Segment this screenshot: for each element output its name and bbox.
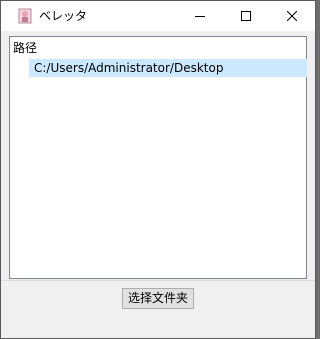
minimize-icon xyxy=(195,16,205,17)
path-tree[interactable]: 路径 C:/Users/Administrator/Desktop xyxy=(9,36,307,279)
app-icon xyxy=(18,8,32,24)
divider xyxy=(1,280,315,281)
tree-item-label: C:/Users/Administrator/Desktop xyxy=(34,61,224,75)
window-title: ベレッタ xyxy=(39,9,88,23)
title-bar[interactable]: ベレッタ xyxy=(1,1,315,31)
close-button[interactable] xyxy=(269,1,315,31)
tree-header: 路径 xyxy=(13,41,38,55)
close-icon xyxy=(287,11,297,21)
maximize-button[interactable] xyxy=(223,1,269,31)
choose-folder-button[interactable]: 选择文件夹 xyxy=(122,288,194,309)
client-area: 路径 C:/Users/Administrator/Desktop 选择文件夹 xyxy=(1,31,315,338)
app-window: ベレッタ 路径 C:/Users/Administrator/Desktop 选… xyxy=(0,0,316,339)
maximize-icon xyxy=(241,11,251,21)
tree-item-desktop-path[interactable]: C:/Users/Administrator/Desktop xyxy=(29,59,307,77)
minimize-button[interactable] xyxy=(177,1,223,31)
